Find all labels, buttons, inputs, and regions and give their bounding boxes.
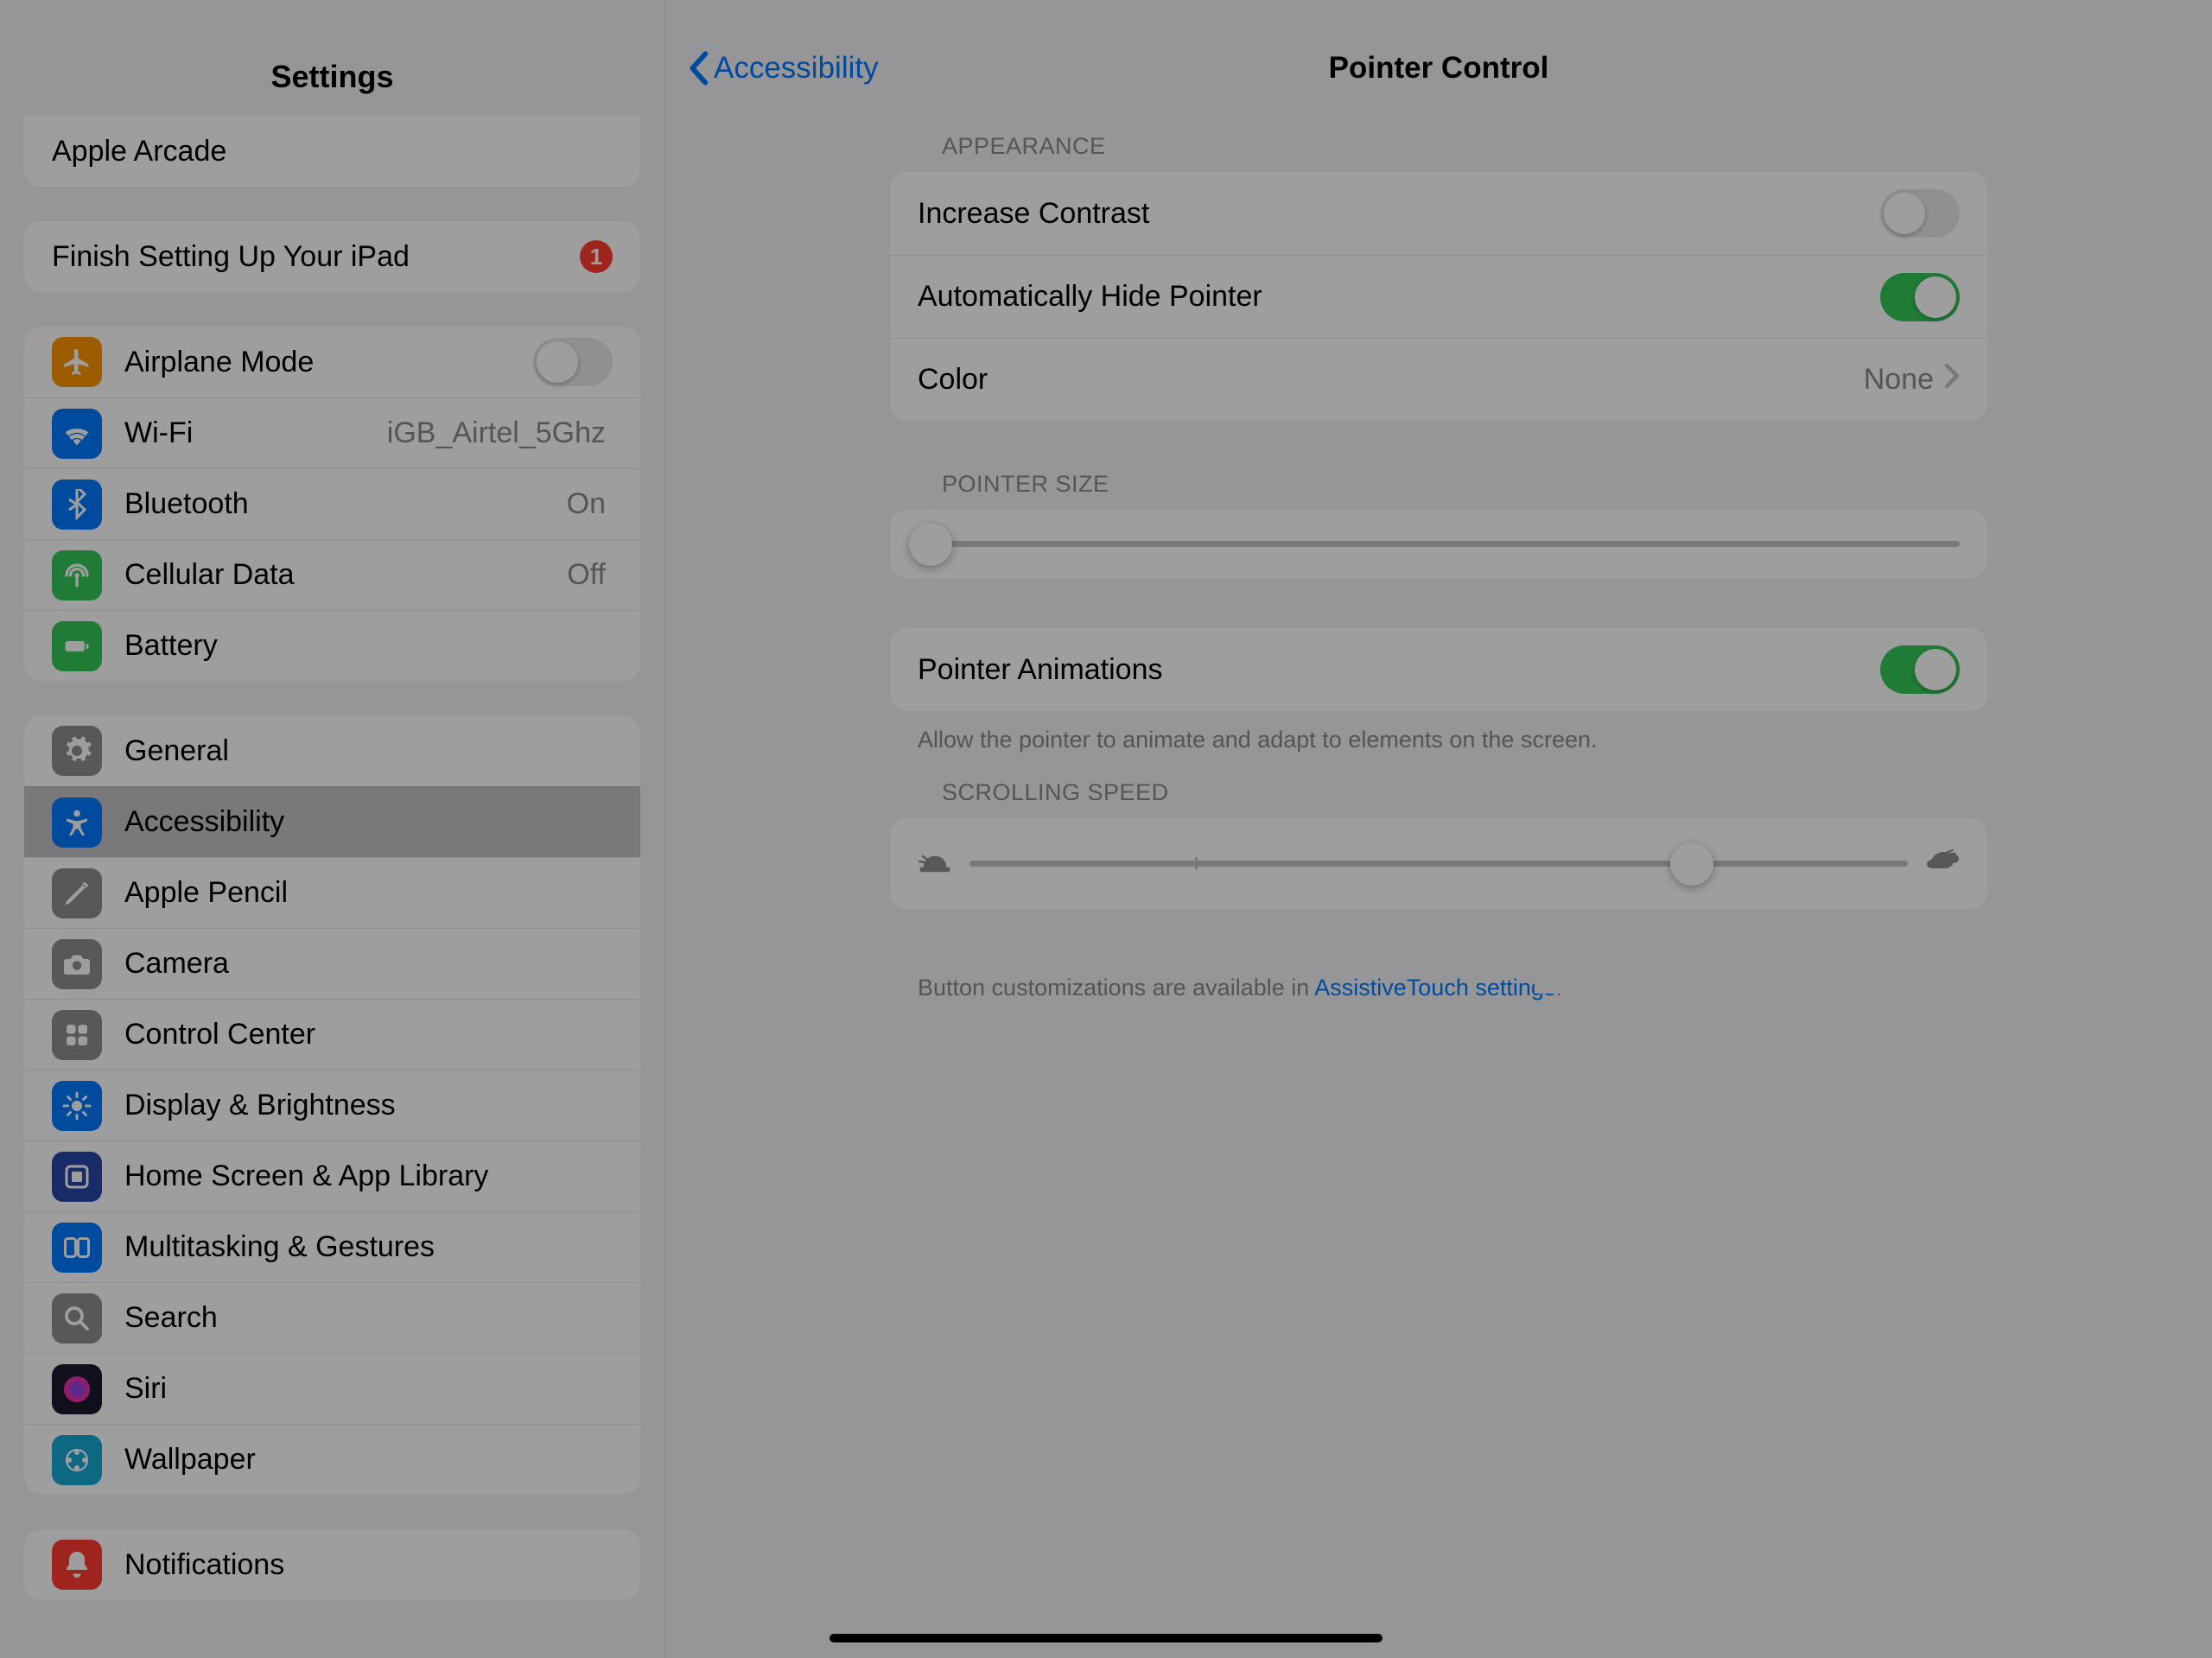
section-header-pointer-size: POINTER SIZE xyxy=(890,471,1987,510)
sidebar-item-wallpaper[interactable]: Wallpaper xyxy=(24,1424,640,1495)
sidebar-item-label: Wallpaper xyxy=(124,1443,613,1477)
sidebar-item-label: Apple Pencil xyxy=(124,876,613,910)
notification-badge: 1 xyxy=(580,240,613,273)
sidebar-item-label: Home Screen & App Library xyxy=(124,1159,613,1193)
detail-navbar: Accessibility Pointer Control xyxy=(665,38,2212,98)
settings-sidebar: Settings Apple Arcade Finish Setting Up … xyxy=(0,0,665,1658)
back-button[interactable]: Accessibility xyxy=(686,51,879,86)
row-label: Color xyxy=(918,363,1864,397)
battery-icon xyxy=(52,621,102,671)
sidebar-item-general[interactable]: General xyxy=(24,715,640,786)
sidebar-item-value: On xyxy=(567,487,606,521)
sidebar-item-cellular-data[interactable]: Cellular DataOff xyxy=(24,539,640,610)
sidebar-title: Settings xyxy=(0,38,664,116)
bell-icon xyxy=(52,1540,102,1590)
row-value: None xyxy=(1864,363,1934,397)
slider-scrolling-speed[interactable] xyxy=(890,818,1987,909)
row-auto-hide-pointer[interactable]: Automatically Hide Pointer xyxy=(890,255,1987,338)
sidebar-item-multitasking-gestures[interactable]: Multitasking & Gestures xyxy=(24,1211,640,1282)
slider-pointer-size[interactable] xyxy=(890,510,1987,578)
wifi-icon xyxy=(52,409,102,459)
bluetooth-icon xyxy=(52,480,102,530)
back-label: Accessibility xyxy=(714,51,879,86)
home-indicator[interactable] xyxy=(830,1634,1382,1642)
sidebar-item-siri[interactable]: Siri xyxy=(24,1353,640,1424)
sidebar-item-label: Accessibility xyxy=(124,805,613,839)
airplane-icon xyxy=(52,337,102,387)
sidebar-item-label: Wi-Fi xyxy=(124,416,387,450)
multitask-icon xyxy=(52,1223,102,1273)
sidebar-item-airplane-mode[interactable]: Airplane Mode xyxy=(24,327,640,397)
sidebar-item-label: Display & Brightness xyxy=(124,1089,613,1122)
display-icon xyxy=(52,1081,102,1131)
gear-icon xyxy=(52,726,102,776)
assistivetouch-link[interactable]: AssistiveTouch settings xyxy=(1314,975,1555,1001)
sidebar-item-label: Siri xyxy=(124,1372,613,1406)
slider-thumb[interactable] xyxy=(1670,842,1713,886)
sidebar-item-label: General xyxy=(124,734,613,768)
appearance-card: Increase Contrast Automatically Hide Poi… xyxy=(890,172,1987,421)
toggle-auto-hide-pointer[interactable] xyxy=(1880,273,1960,321)
siri-icon xyxy=(52,1364,102,1414)
sidebar-item-accessibility[interactable]: Accessibility xyxy=(24,786,640,857)
sidebar-item-control-center[interactable]: Control Center xyxy=(24,999,640,1070)
animations-card: Pointer Animations xyxy=(890,628,1987,711)
row-label: Pointer Animations xyxy=(918,653,1880,687)
sidebar-item-label: Multitasking & Gestures xyxy=(124,1230,613,1264)
sidebar-item-notifications[interactable]: Notifications xyxy=(24,1529,640,1600)
home-icon xyxy=(52,1152,102,1202)
sidebar-item-display-brightness[interactable]: Display & Brightness xyxy=(24,1070,640,1140)
sidebar-item-battery[interactable]: Battery xyxy=(24,610,640,681)
row-increase-contrast[interactable]: Increase Contrast xyxy=(890,172,1987,255)
toggle-pointer-animations[interactable] xyxy=(1880,645,1960,694)
detail-pane: Accessibility Pointer Control APPEARANCE… xyxy=(665,0,2212,1658)
sidebar-item-label: Apple Arcade xyxy=(52,135,613,168)
cellular-icon xyxy=(52,550,102,600)
page-title: Pointer Control xyxy=(1329,51,1549,86)
sidebar-item-label: Bluetooth xyxy=(124,487,567,521)
section-header-appearance: APPEARANCE xyxy=(890,133,1987,172)
search-icon xyxy=(52,1293,102,1344)
sidebar-item-apple-arcade[interactable]: Apple Arcade xyxy=(24,116,640,187)
row-pointer-animations[interactable]: Pointer Animations xyxy=(890,628,1987,711)
row-color[interactable]: Color None xyxy=(890,338,1987,421)
pencil-icon xyxy=(52,868,102,918)
sidebar-item-label: Cellular Data xyxy=(124,558,567,592)
slider-thumb[interactable] xyxy=(909,523,952,566)
sidebar-item-apple-pencil[interactable]: Apple Pencil xyxy=(24,857,640,928)
sidebar-item-wi-fi[interactable]: Wi-FiiGB_Airtel_5Ghz xyxy=(24,397,640,468)
sidebar-item-finish-setup[interactable]: Finish Setting Up Your iPad 1 xyxy=(24,221,640,292)
sidebar-item-value: iGB_Airtel_5Ghz xyxy=(387,416,606,450)
row-label: Automatically Hide Pointer xyxy=(918,280,1880,314)
footer-animations: Allow the pointer to animate and adapt t… xyxy=(890,727,1987,753)
sidebar-item-label: Airplane Mode xyxy=(124,346,533,379)
sidebar-item-label: Battery xyxy=(124,629,613,663)
sidebar-item-label: Notifications xyxy=(124,1548,613,1582)
sidebar-item-bluetooth[interactable]: BluetoothOn xyxy=(24,468,640,539)
toggle-increase-contrast[interactable] xyxy=(1880,189,1960,238)
rabbit-icon xyxy=(1925,849,1960,878)
toggle-airplane[interactable] xyxy=(533,338,613,386)
sidebar-item-label: Control Center xyxy=(124,1018,613,1051)
sidebar-item-value: Off xyxy=(567,558,606,592)
sidebar-item-camera[interactable]: Camera xyxy=(24,928,640,999)
sidebar-item-label: Finish Setting Up Your iPad xyxy=(52,240,580,274)
chevron-left-icon xyxy=(686,51,710,86)
camera-icon xyxy=(52,939,102,989)
sidebar-item-label: Search xyxy=(124,1301,613,1335)
sidebar-item-label: Camera xyxy=(124,947,613,981)
slider-tick xyxy=(1195,857,1198,870)
turtle-icon xyxy=(918,849,952,878)
wallpaper-icon xyxy=(52,1435,102,1485)
sidebar-item-home-screen-app-library[interactable]: Home Screen & App Library xyxy=(24,1140,640,1211)
chevron-right-icon xyxy=(1944,363,1960,397)
section-header-scrolling-speed: SCROLLING SPEED xyxy=(890,779,1987,818)
control-icon xyxy=(52,1010,102,1060)
slider-track[interactable] xyxy=(969,861,1908,867)
sidebar-item-search[interactable]: Search xyxy=(24,1282,640,1353)
slider-track[interactable] xyxy=(918,541,1960,547)
row-label: Increase Contrast xyxy=(918,197,1880,231)
accessibility-icon xyxy=(52,797,102,848)
